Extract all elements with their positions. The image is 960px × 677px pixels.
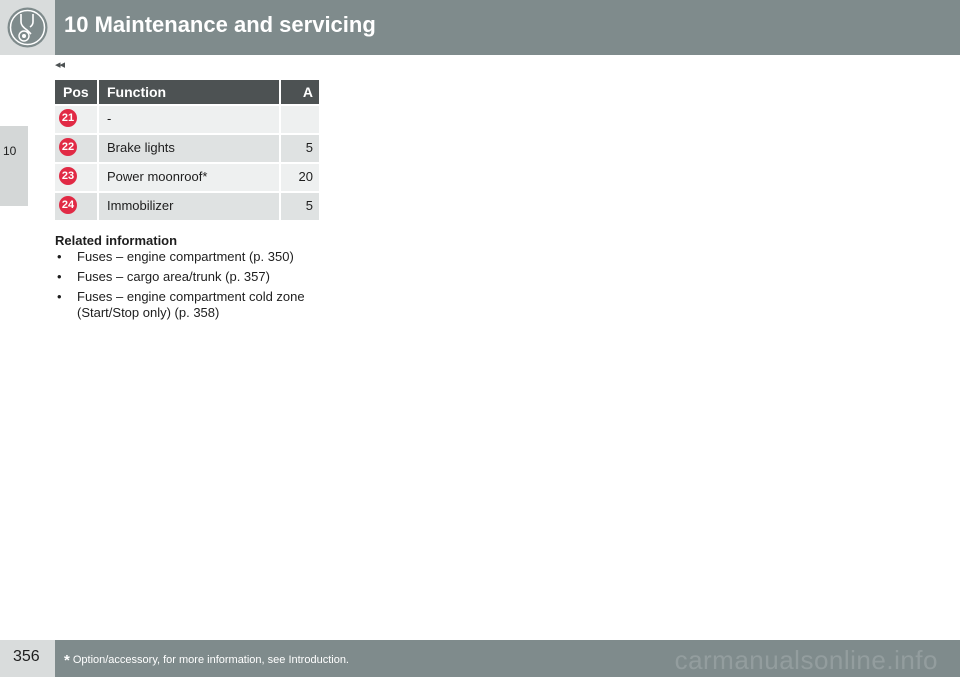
table-row: 24 Immobilizer 5 [55,193,319,220]
function-cell: Power moonroof* [99,164,281,191]
watermark: carmanualsonline.info [674,645,938,675]
table-header-row: Pos Function A [55,80,319,104]
header-pos: Pos [55,80,99,104]
function-cell: - [99,106,281,133]
page-number: 356 [13,648,40,665]
function-cell: Brake lights [99,135,281,162]
chapter-title: 10 Maintenance and servicing [64,12,376,37]
header-amperage: A [281,80,319,104]
pos-badge: 24 [59,196,77,214]
pos-badge: 21 [59,109,77,127]
chapter-icon-box [0,0,55,55]
pos-badge: 22 [59,138,77,156]
table-row: 22 Brake lights 5 [55,135,319,162]
wrench-gear-icon [7,7,48,48]
header-function: Function [99,80,281,104]
amperage-cell: 5 [281,193,319,220]
table-row: 23 Power moonroof* 20 [55,164,319,191]
related-info-list: Fuses – engine compartment (p. 350) Fuse… [55,249,325,325]
footnote-star: * [64,652,70,669]
amperage-cell: 20 [281,164,319,191]
table-row: 21 - [55,106,319,133]
function-cell: Immobilizer [99,193,281,220]
amperage-cell [281,106,319,133]
related-info-heading: Related information [55,233,178,248]
related-link[interactable]: Fuses – cargo area/trunk (p. 357) [55,269,325,285]
related-link[interactable]: Fuses – engine compartment (p. 350) [55,249,325,265]
footnote-text: Option/accessory, for more information, … [72,654,349,666]
footnote: * Option/accessory, for more information,… [64,652,349,669]
pos-badge: 23 [59,167,77,185]
chapter-tab[interactable] [0,126,28,206]
chapter-tab-label: 10 [3,144,17,158]
related-link[interactable]: Fuses – engine compartment cold zone (St… [55,289,325,321]
continued-marker: ◂◂ [55,59,65,71]
fuse-table: Pos Function A 21 - 22 Brake lights 5 23… [55,78,319,222]
amperage-cell: 5 [281,135,319,162]
